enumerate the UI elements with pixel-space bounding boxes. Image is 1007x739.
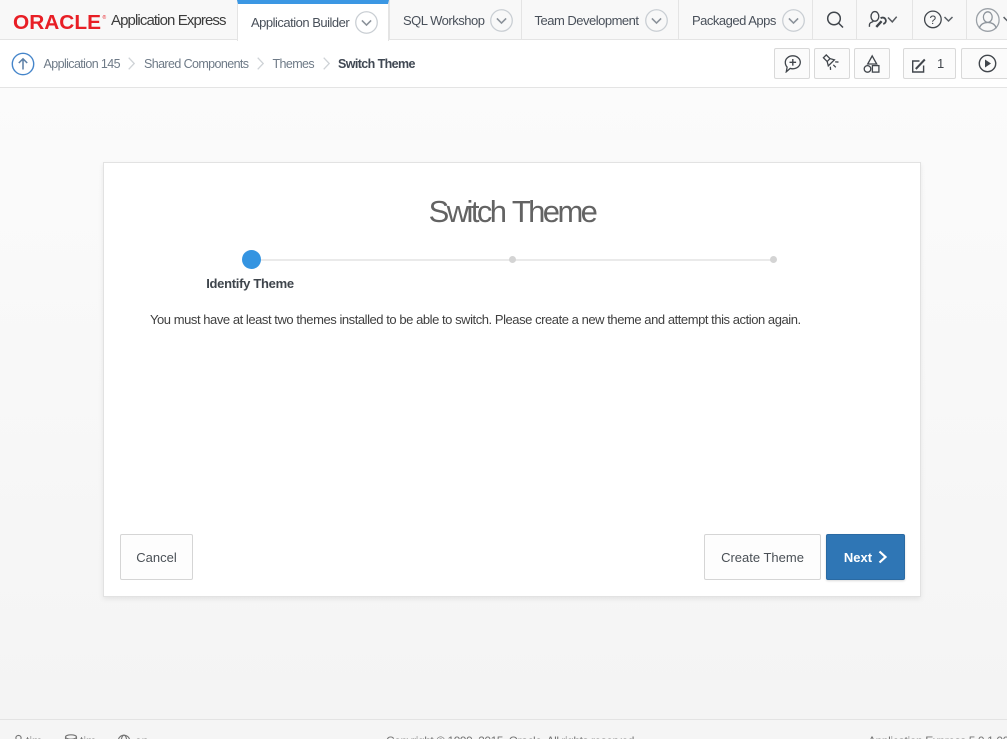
svg-text:®: ®	[103, 14, 107, 21]
svg-text:ORACLE: ORACLE	[13, 13, 101, 33]
svg-text:?: ?	[929, 13, 936, 27]
